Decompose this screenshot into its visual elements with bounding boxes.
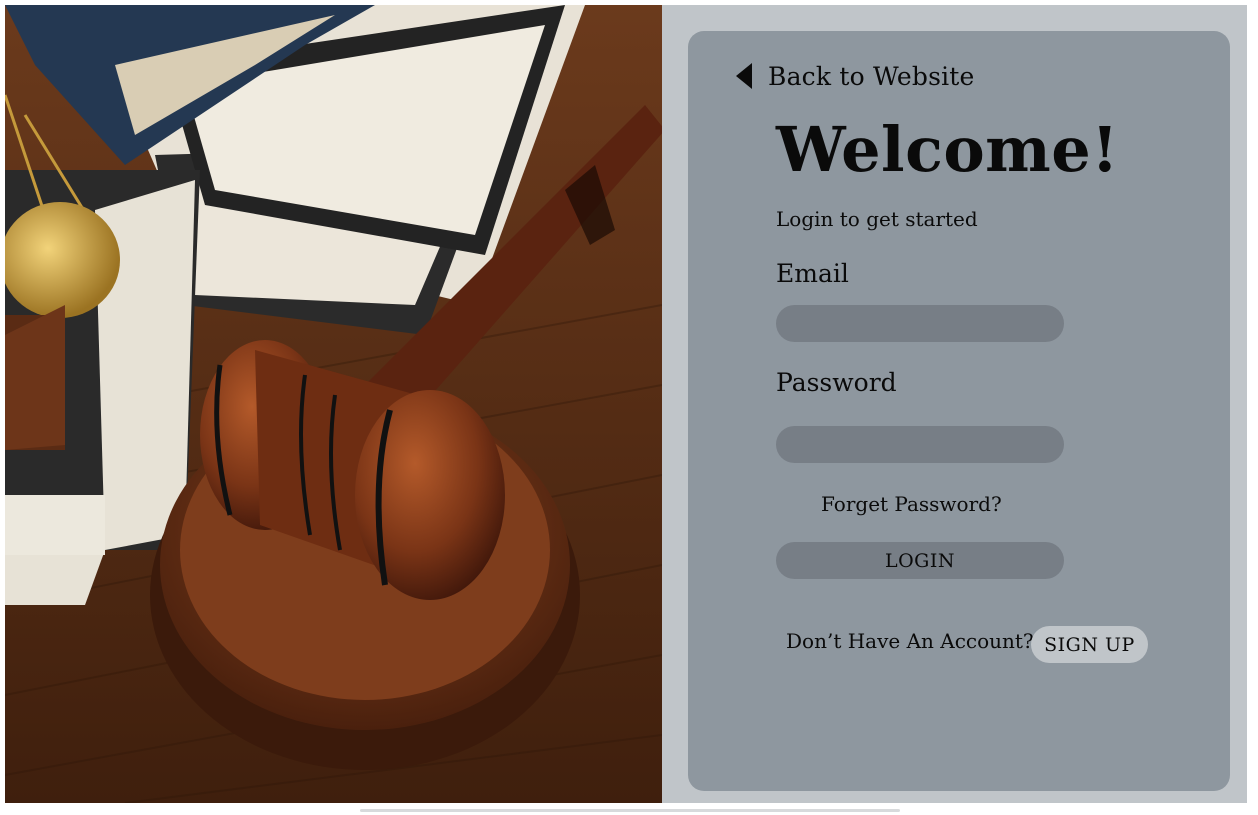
triangle-left-icon — [736, 63, 752, 89]
hero-photo — [5, 5, 662, 803]
email-label: Email — [776, 259, 849, 288]
bottom-divider — [360, 809, 900, 812]
email-field[interactable] — [776, 305, 1064, 342]
login-subtitle: Login to get started — [776, 207, 978, 231]
back-to-website-label: Back to Website — [768, 61, 975, 91]
sign-up-button[interactable]: SIGN UP — [1031, 626, 1148, 663]
gavel-books-illustration — [5, 5, 662, 803]
page-title: Welcome! — [776, 113, 1119, 186]
login-button[interactable]: LOGIN — [776, 542, 1064, 579]
password-field[interactable] — [776, 426, 1064, 463]
password-label: Password — [776, 368, 897, 397]
no-account-text: Don’t Have An Account? — [786, 629, 1034, 653]
forgot-password-link[interactable]: Forget Password? — [821, 492, 1002, 516]
back-to-website-link[interactable]: Back to Website — [736, 61, 975, 91]
login-card: Back to Website Welcome! Login to get st… — [688, 31, 1230, 791]
